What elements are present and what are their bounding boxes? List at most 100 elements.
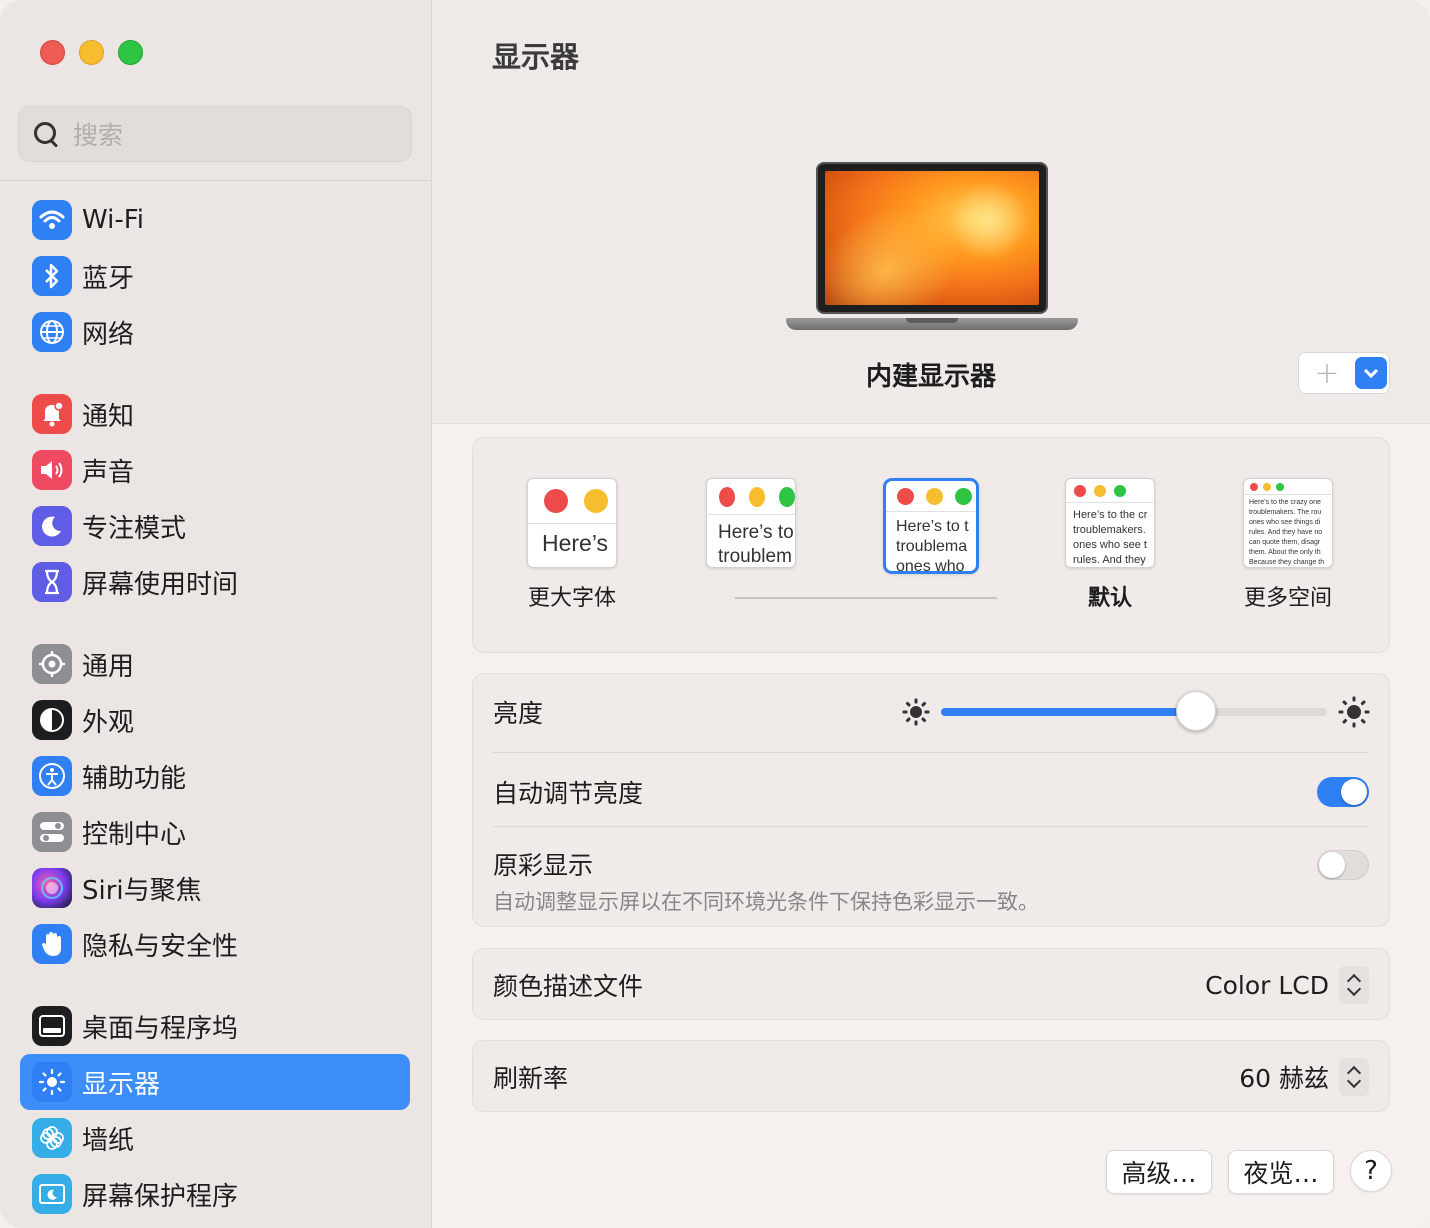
display-name: 内建显示器 (865, 362, 996, 392)
sidebar-item-label: 屏幕使用时间 (82, 569, 239, 600)
size-preview-line: troublemakers. (1073, 524, 1146, 536)
sidebar-item-label: 通知 (82, 401, 135, 432)
sidebar-item-wallpaper[interactable]: 墙纸 (20, 1110, 410, 1166)
hand-icon (32, 924, 72, 964)
size-thumbnail: Here’s to t troublema ones who (883, 478, 979, 574)
size-thumbnail: Here’s to the cr troublemakers. ones who… (1065, 478, 1155, 568)
zoom-button[interactable] (118, 40, 143, 65)
size-option-2[interactable]: Here’s to troublem (706, 478, 796, 568)
toggle-knob (1341, 779, 1367, 805)
sidebar-item-siri[interactable]: Siri与聚焦 (20, 860, 410, 916)
brightness-row: 亮度 (493, 691, 1370, 732)
color-profile-select[interactable]: Color LCD (1205, 966, 1369, 1004)
screensaver-icon (32, 1174, 72, 1214)
brightness-slider-knob[interactable] (1175, 691, 1216, 731)
sidebar-item-label: 屏幕保护程序 (82, 1181, 239, 1212)
accessibility-icon (32, 756, 72, 796)
add-display-control: + (1298, 352, 1390, 394)
auto-brightness-toggle[interactable] (1317, 777, 1369, 807)
globe-icon (32, 312, 72, 352)
updown-chevron-icon (1339, 1058, 1369, 1096)
size-option-more-space[interactable]: Here’s to the crazy one troublemakers. T… (1243, 478, 1333, 612)
refresh-rate-panel: 刷新率 60 赫兹 (472, 1040, 1390, 1112)
minimize-button[interactable] (79, 40, 104, 65)
close-button[interactable] (40, 40, 65, 65)
sidebar-item-screen-time[interactable]: 屏幕使用时间 (20, 554, 410, 610)
size-preview-line: troublem (718, 546, 792, 567)
size-preview-line: rules. And they (1073, 554, 1146, 566)
size-thumbnail: Here’s to troublem (706, 478, 796, 568)
brightness-high-icon (1338, 696, 1370, 728)
color-profile-value: Color LCD (1205, 970, 1329, 1000)
size-preview-line: Here’s to (718, 522, 794, 543)
add-display-button[interactable]: + (1299, 353, 1355, 393)
refresh-rate-value: 60 赫兹 (1239, 1064, 1329, 1093)
search-field[interactable]: 搜索 (18, 106, 412, 162)
color-profile-row: 颜色描述文件 Color LCD (493, 965, 1369, 1005)
size-thumbnail: Here’s (527, 478, 617, 568)
sidebar-item-screensaver[interactable]: 屏幕保护程序 (20, 1166, 410, 1222)
appearance-icon (32, 700, 72, 740)
sidebar-item-label: Wi-Fi (82, 205, 145, 235)
sidebar-item-wifi[interactable]: Wi-Fi (20, 192, 410, 248)
bluetooth-icon (32, 256, 72, 296)
size-option-3-selected[interactable]: Here’s to t troublema ones who (883, 478, 979, 574)
sidebar-item-focus[interactable]: 专注模式 (20, 498, 410, 554)
sidebar-item-label: Siri与聚焦 (82, 875, 202, 906)
sidebar-item-label: 显示器 (82, 1069, 161, 1100)
sidebar-item-control-center[interactable]: 控制中心 (20, 804, 410, 860)
search-placeholder: 搜索 (73, 121, 124, 150)
size-preview-line: troublemakers. The rou (1249, 509, 1322, 516)
size-preview-line: rules. And they have no (1249, 529, 1323, 536)
row-divider (493, 752, 1369, 753)
brightness-slider-fill (941, 708, 1196, 716)
sidebar-item-sound[interactable]: 声音 (20, 442, 410, 498)
text-size-panel: Here’s 更大字体 Here’s to troublem Here’s to… (472, 437, 1390, 653)
size-selection-indicator (735, 597, 997, 599)
refresh-rate-select[interactable]: 60 赫兹 (1239, 1058, 1369, 1096)
toggle-knob (1319, 852, 1345, 878)
help-button[interactable]: ? (1350, 1150, 1392, 1192)
size-preview-line: Because they change th (1249, 559, 1325, 566)
sidebar-item-bluetooth[interactable]: 蓝牙 (20, 248, 410, 304)
display-header: 显示器 内建显示器 + (432, 0, 1430, 424)
sidebar-item-label: 隐私与安全性 (82, 931, 239, 962)
laptop-base (786, 318, 1078, 330)
sidebar-item-notifications[interactable]: 通知 (20, 386, 410, 442)
sidebar-item-general[interactable]: 通用 (20, 636, 410, 692)
brightness-slider[interactable] (941, 691, 1327, 731)
hourglass-icon (32, 562, 72, 602)
brightness-panel: 亮度 自动调节亮度 原彩显示 自动调整显示屏以在不同环境光条件下保持色彩显示一致… (472, 673, 1390, 927)
sidebar-item-label: 外观 (82, 707, 135, 738)
size-option-default[interactable]: Here’s to the cr troublemakers. ones who… (1065, 478, 1155, 612)
true-tone-description: 自动调整显示屏以在不同环境光条件下保持色彩显示一致。 (493, 890, 1039, 914)
size-preview-line: them. About the only th (1249, 549, 1321, 556)
sidebar-item-desktop-dock[interactable]: 桌面与程序坞 (20, 998, 410, 1054)
true-tone-toggle[interactable] (1317, 850, 1369, 880)
sidebar-item-network[interactable]: 网络 (20, 304, 410, 360)
auto-brightness-label: 自动调节亮度 (493, 779, 644, 808)
laptop-screen (816, 162, 1048, 314)
size-preview-line: Here’s to the cr (1073, 509, 1148, 521)
moon-icon (32, 506, 72, 546)
wifi-icon (32, 200, 72, 240)
sidebar-item-label: 通用 (82, 651, 135, 682)
control-center-icon (32, 812, 72, 852)
color-profile-panel: 颜色描述文件 Color LCD (472, 948, 1390, 1020)
sidebar-item-label: 控制中心 (82, 819, 187, 850)
size-preview-line: ones who see t (1073, 539, 1147, 551)
night-shift-button[interactable]: 夜览… (1228, 1150, 1334, 1194)
size-preview-line: Here’s to t (896, 518, 969, 535)
refresh-rate-row: 刷新率 60 赫兹 (493, 1057, 1369, 1097)
sidebar-item-appearance[interactable]: 外观 (20, 692, 410, 748)
sidebar-item-label: 蓝牙 (82, 263, 135, 294)
sidebar-item-accessibility[interactable]: 辅助功能 (20, 748, 410, 804)
size-option-larger-text[interactable]: Here’s 更大字体 (527, 478, 617, 612)
laptop-illustration[interactable] (786, 160, 1078, 340)
add-display-menu-button[interactable] (1355, 357, 1387, 389)
advanced-button[interactable]: 高级… (1106, 1150, 1212, 1194)
sidebar-item-displays[interactable]: 显示器 (20, 1054, 410, 1110)
bell-icon (32, 394, 72, 434)
sidebar-item-privacy[interactable]: 隐私与安全性 (20, 916, 410, 972)
siri-icon (32, 868, 72, 908)
